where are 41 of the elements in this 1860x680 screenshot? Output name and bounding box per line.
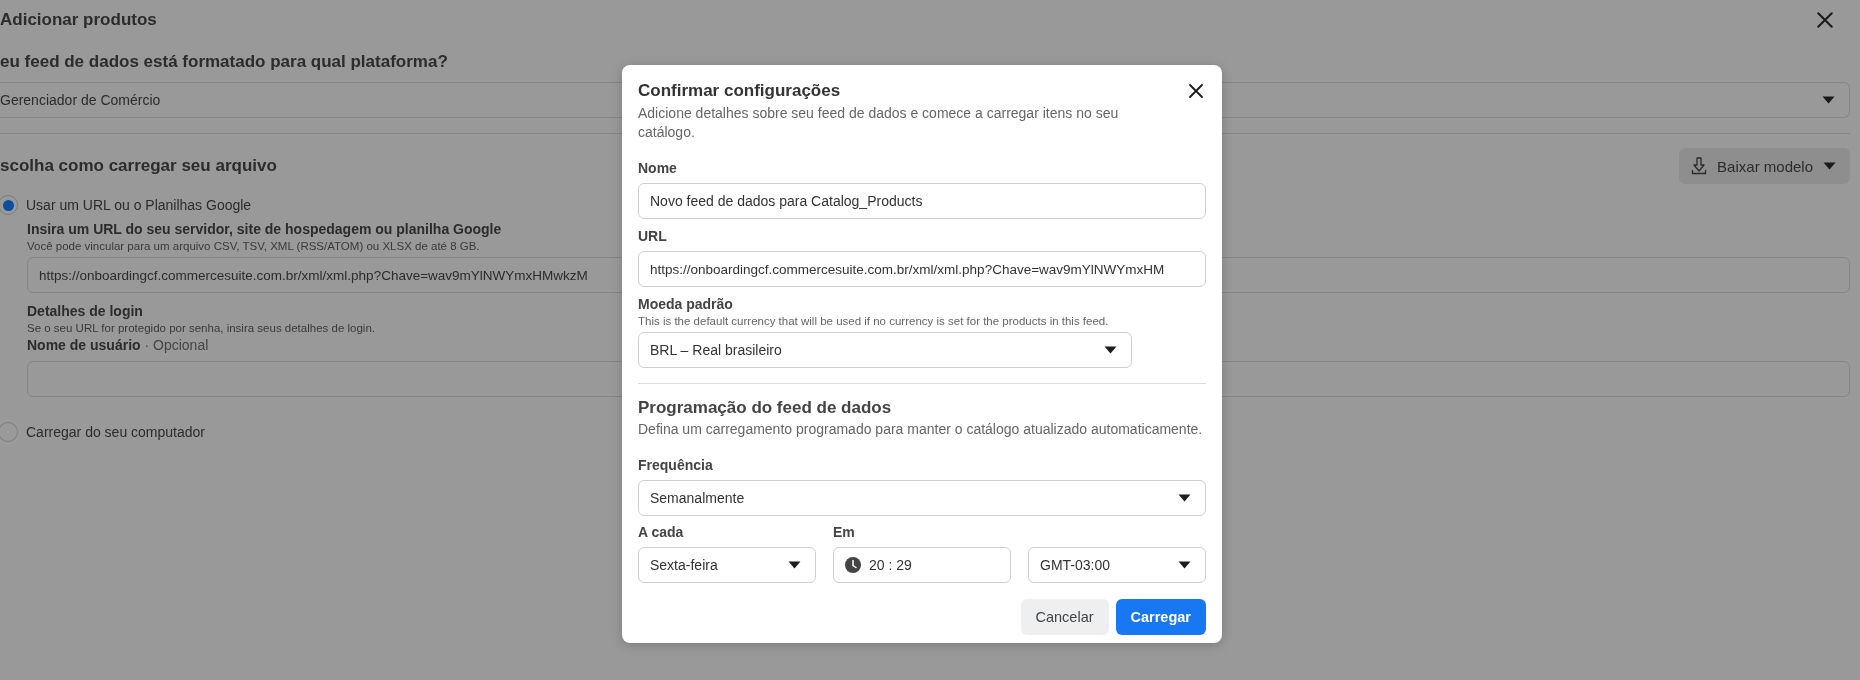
field-label: Nome [638,160,677,176]
currency-select[interactable]: BRL – Real brasileiro [638,332,1132,368]
close-icon[interactable] [1188,83,1204,99]
dialog-subtitle: Adicione detalhes sobre seu feed de dados e comece a carregar itens no seu catálogo. [638,104,1120,142]
field-hint: Se o seu URL for protegido por senha, insira seus detalhes de login. [27,322,375,334]
caret-icon [1822,96,1835,104]
section-heading: Programação do feed de dados [638,398,892,418]
field-hint: This is the default currency that will be used if no currency is set for the products in this feed. [638,315,1109,327]
caret-icon [788,561,801,569]
download-template-button[interactable]: Baixar modelo [1679,148,1850,184]
section-heading: scolha como carregar seu arquivo [0,156,277,176]
text-input-field[interactable]: Novo feed de dados para Catalog_Products [638,183,1206,219]
field-label: Insira um URL do seu servidor, site de hospedagem ou planilha Google [27,221,502,237]
field-label: Moeda padrão [638,296,733,312]
page-title: Adicionar produtos [0,10,157,30]
field-label: A cada [638,524,684,540]
day-select[interactable]: Sexta-feira [638,547,816,583]
section-heading: eu feed de dados está formatado para qual plataforma? [0,52,448,72]
field-hint: Você pode vincular para um arquivo CSV, TSV, XML (RSS/ATOM) ou XLSX de até 8 GB. [27,240,480,252]
field-label: Frequência [638,457,713,473]
cancel-button[interactable]: Cancelar [1020,599,1109,635]
caret-icon [1104,346,1117,354]
clock-icon [845,557,861,573]
caret-icon [1178,494,1191,502]
caret-icon [1178,561,1191,569]
radio-label: Carregar do seu computador [26,424,205,440]
field-label: Nome de usuário · Opcional [27,337,209,353]
time-input-field[interactable]: 20 : 29 [833,547,1011,583]
caret-icon [1823,162,1836,170]
download-icon [1691,157,1708,175]
field-label: URL [638,228,667,244]
field-label: Detalhes de login [27,303,143,319]
close-icon[interactable] [1816,11,1834,29]
text-input-field[interactable]: https://onboardingcf.commercesuite.com.br/xml/xml.php?Chave=wav9mYlNWYmxHM [638,251,1206,287]
radio-label: Usar um URL ou o Planilhas Google [26,197,252,213]
upload-button[interactable]: Carregar [1115,599,1206,635]
timezone-select[interactable]: GMT-03:00 [1028,547,1206,583]
section-description: Defina um carregamento programado para manter o catálogo atualizado automaticamente. [638,421,1203,437]
frequency-select[interactable]: Semanalmente [638,480,1206,516]
dialog-title: Confirmar configurações [638,81,842,101]
field-label: Em [833,524,855,540]
